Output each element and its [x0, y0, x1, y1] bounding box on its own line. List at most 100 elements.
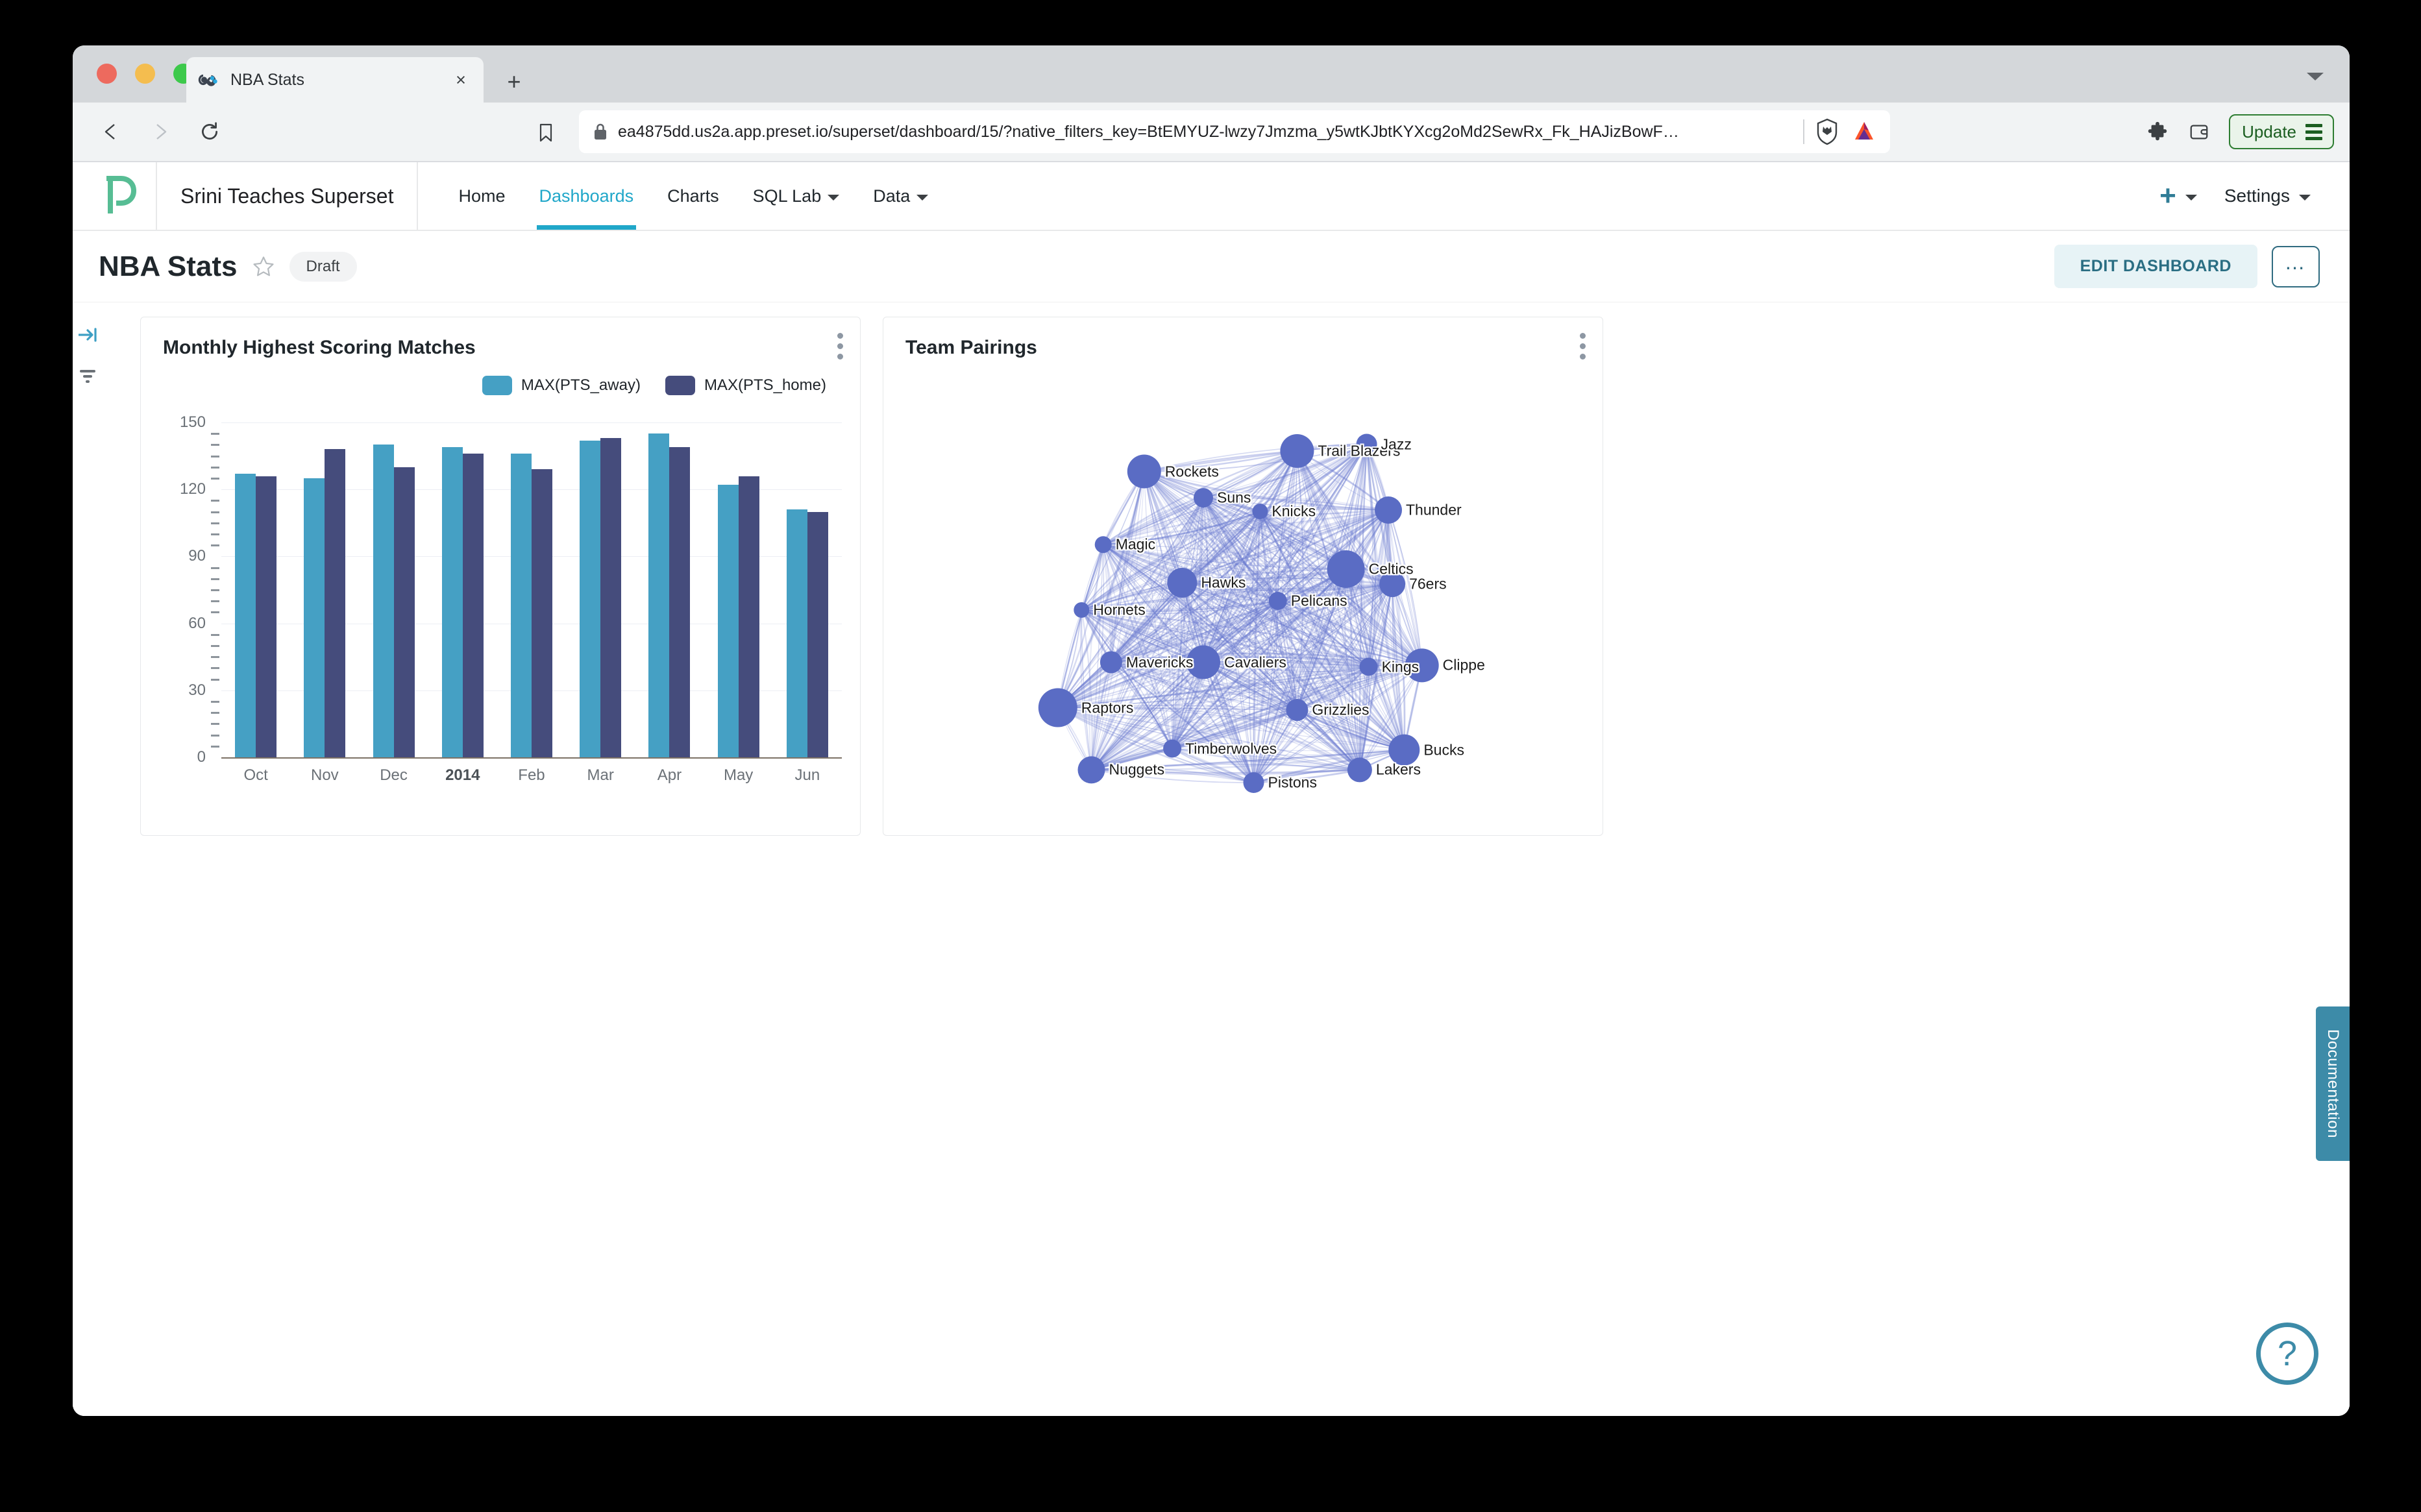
x-axis-labels: Oct Nov Dec 2014 Feb Mar Apr May Jun: [221, 766, 842, 785]
graph-node-label: Mavericks: [1125, 653, 1194, 670]
graph-node[interactable]: [1375, 496, 1402, 524]
graph-node[interactable]: [1286, 699, 1309, 721]
menu-icon[interactable]: [2305, 123, 2322, 140]
back-arrow-icon[interactable]: [92, 113, 130, 151]
graph-node[interactable]: [1077, 756, 1105, 784]
legend-item-home[interactable]: MAX(PTS_home): [665, 376, 826, 395]
bar-group[interactable]: [704, 422, 773, 757]
bar-group[interactable]: [566, 422, 635, 757]
bar[interactable]: [738, 476, 759, 757]
nav-item-label: SQL Lab: [752, 186, 822, 206]
y-axis-tick-label: 150: [179, 413, 206, 431]
nav-item-label: Home: [458, 186, 506, 206]
browser-window: NBA Stats × + ea4875dd.us2a.app.preset.i…: [73, 45, 2350, 1416]
bar[interactable]: [304, 478, 325, 757]
star-icon[interactable]: [252, 255, 275, 278]
settings-label: Settings: [2224, 186, 2290, 206]
bar-series: [221, 422, 842, 757]
bar[interactable]: [531, 469, 552, 757]
graph-node[interactable]: [1163, 739, 1182, 758]
graph-node-label: Celtics: [1368, 560, 1414, 578]
address-bar[interactable]: ea4875dd.us2a.app.preset.io/superset/das…: [579, 110, 1890, 153]
close-window-button[interactable]: [97, 64, 117, 84]
bar[interactable]: [648, 433, 670, 757]
bar[interactable]: [462, 454, 484, 757]
reload-icon[interactable]: [191, 113, 228, 151]
graph-node[interactable]: [1327, 550, 1365, 588]
bar[interactable]: [393, 467, 415, 757]
browser-tab[interactable]: NBA Stats ×: [186, 57, 484, 103]
graph-node[interactable]: [1074, 602, 1090, 618]
graph-node-label: Lakers: [1375, 761, 1421, 778]
puzzle-icon[interactable]: [2139, 114, 2176, 150]
bar[interactable]: [600, 438, 622, 757]
y-axis-minor-tick: [211, 611, 219, 614]
graph-node[interactable]: [1347, 757, 1372, 783]
x-axis-tick-label: May: [723, 766, 754, 784]
bar[interactable]: [786, 509, 807, 757]
chart-card-monthly-highest-scoring-matches[interactable]: Monthly Highest Scoring Matches MAX(PTS_…: [140, 317, 861, 836]
bookmark-icon[interactable]: [527, 114, 565, 151]
graph-node[interactable]: [1194, 488, 1213, 508]
brave-lion-icon[interactable]: [1815, 118, 1839, 145]
network-graph[interactable]: Rockets Trail Blazers Jazz Suns Knicks Thunde…: [883, 364, 1603, 835]
filter-icon[interactable]: [76, 365, 99, 385]
nav-item-charts[interactable]: Charts: [650, 162, 736, 230]
bar[interactable]: [235, 474, 256, 757]
bar-group[interactable]: [221, 422, 290, 757]
bar[interactable]: [580, 440, 601, 757]
y-axis-minor-tick: [211, 478, 219, 480]
bar[interactable]: [441, 446, 463, 757]
bar-group[interactable]: [773, 422, 842, 757]
bar-group[interactable]: [359, 422, 428, 757]
nav-item-data[interactable]: Data: [856, 162, 945, 230]
bar[interactable]: [256, 476, 277, 757]
bar[interactable]: [717, 485, 739, 757]
preset-logo-button[interactable]: [73, 162, 157, 230]
graph-node[interactable]: [1094, 536, 1112, 554]
documentation-tab[interactable]: Documentation: [2316, 1006, 2350, 1161]
wallet-icon[interactable]: [2181, 114, 2217, 150]
bar[interactable]: [510, 454, 532, 757]
kebab-icon[interactable]: [837, 333, 843, 360]
toolbar-actions: Update: [2139, 110, 2334, 153]
minimize-window-button[interactable]: [135, 64, 155, 84]
legend-item-away[interactable]: MAX(PTS_away): [482, 376, 641, 395]
nav-item-sql-lab[interactable]: SQL Lab: [736, 162, 857, 230]
graph-node-label: Jazz: [1381, 435, 1412, 452]
graph-node[interactable]: [1038, 688, 1077, 727]
bar-group[interactable]: [290, 422, 359, 757]
edit-dashboard-button[interactable]: EDIT DASHBOARD: [2054, 245, 2257, 288]
kebab-icon[interactable]: [1580, 333, 1586, 360]
graph-node[interactable]: [1359, 657, 1378, 676]
chart-card-team-pairings[interactable]: Team Pairings Rockets Trail Blazers Jazz Su…: [883, 317, 1603, 836]
close-icon[interactable]: ×: [450, 69, 472, 91]
bar-group[interactable]: [428, 422, 497, 757]
chevron-down-icon: [2299, 195, 2311, 201]
more-options-button[interactable]: …: [2272, 245, 2320, 287]
chart-title: Monthly Highest Scoring Matches: [163, 337, 476, 358]
nav-item-dashboards[interactable]: Dashboards: [522, 162, 651, 230]
update-button[interactable]: Update: [2229, 114, 2334, 149]
nav-item-home[interactable]: Home: [441, 162, 522, 230]
expand-right-icon[interactable]: [76, 324, 99, 345]
graph-node[interactable]: [1252, 504, 1268, 520]
chevron-down-icon[interactable]: [2307, 73, 2324, 80]
bar[interactable]: [807, 511, 828, 757]
graph-node[interactable]: [1268, 592, 1287, 610]
graph-node[interactable]: [1100, 651, 1122, 674]
bar-group[interactable]: [497, 422, 566, 757]
bar[interactable]: [373, 445, 394, 757]
new-tab-button[interactable]: +: [501, 69, 527, 95]
bat-triangle-icon[interactable]: [1851, 119, 1877, 145]
graph-node[interactable]: [1127, 454, 1161, 489]
bar[interactable]: [325, 449, 346, 757]
graph-node[interactable]: [1280, 434, 1314, 468]
bar-group[interactable]: [635, 422, 704, 757]
help-icon[interactable]: ?: [2256, 1323, 2318, 1385]
bar[interactable]: [669, 446, 691, 757]
settings-menu-button[interactable]: Settings: [2215, 186, 2320, 206]
new-menu-button[interactable]: +: [2146, 181, 2210, 210]
graph-node[interactable]: [1243, 772, 1264, 793]
graph-node[interactable]: [1167, 568, 1198, 598]
